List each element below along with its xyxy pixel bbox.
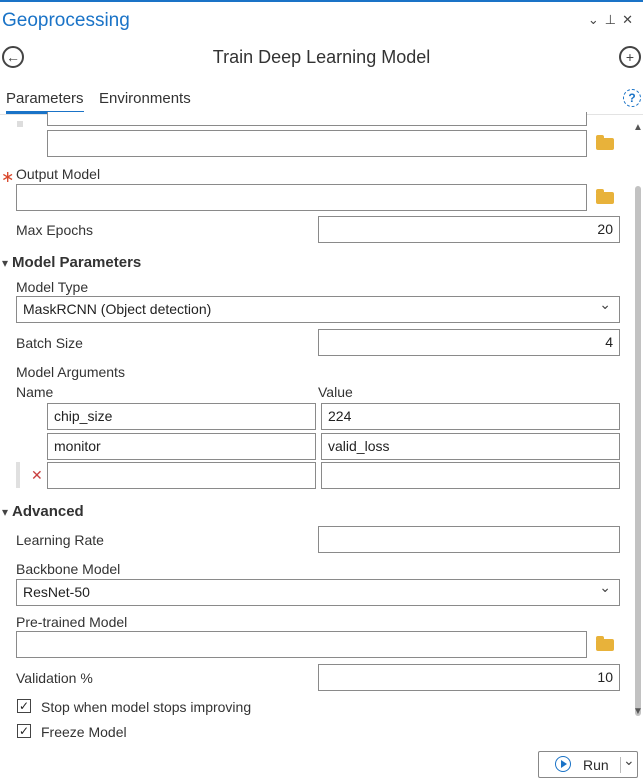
run-button-divider bbox=[620, 757, 621, 773]
column-header-value: Value bbox=[318, 384, 353, 400]
argument-value-input[interactable] bbox=[321, 462, 620, 489]
tab-parameters[interactable]: Parameters bbox=[6, 90, 84, 114]
max-epochs-input[interactable]: 20 bbox=[318, 216, 620, 243]
play-icon bbox=[555, 756, 571, 772]
pin-icon[interactable]: ⊥ bbox=[605, 12, 622, 27]
section-label: Model Parameters bbox=[12, 254, 142, 271]
required-icon: ∗ bbox=[1, 169, 15, 186]
tool-title: Train Deep Learning Model bbox=[212, 47, 431, 67]
delete-row-icon[interactable]: ✕ bbox=[31, 467, 43, 484]
stop-improving-label: Stop when model stops improving bbox=[41, 699, 252, 715]
validation-label: Validation % bbox=[16, 670, 93, 686]
section-label: Advanced bbox=[12, 503, 84, 520]
pretrained-model-input[interactable] bbox=[16, 631, 587, 658]
freeze-model-label: Freeze Model bbox=[41, 724, 127, 740]
close-icon[interactable]: ✕ bbox=[622, 12, 639, 27]
run-button[interactable]: Run ⌄ bbox=[538, 751, 638, 778]
argument-name-input[interactable]: monitor bbox=[47, 433, 316, 460]
row-handle bbox=[17, 121, 23, 127]
pane-header-icons: ⌄⊥✕ bbox=[588, 12, 639, 28]
folder-icon[interactable] bbox=[596, 189, 614, 204]
chevron-down-icon: ▾ bbox=[2, 256, 9, 270]
model-type-select[interactable]: MaskRCNN (Object detection) bbox=[16, 296, 620, 323]
argument-name-input[interactable]: chip_size bbox=[47, 403, 316, 430]
chevron-down-icon[interactable]: ⌄ bbox=[623, 752, 635, 769]
model-parameters-section[interactable]: ▾ Model Parameters bbox=[2, 254, 141, 271]
validation-input[interactable]: 10 bbox=[318, 664, 620, 691]
scroll-thumb[interactable] bbox=[635, 186, 641, 716]
tab-environments[interactable]: Environments bbox=[99, 90, 191, 111]
learning-rate-input[interactable] bbox=[318, 526, 620, 553]
pane-title: Geoprocessing bbox=[2, 10, 130, 31]
backbone-model-select[interactable]: ResNet-50 bbox=[16, 579, 620, 606]
freeze-model-checkbox[interactable]: ✓ bbox=[17, 724, 31, 738]
max-epochs-label: Max Epochs bbox=[16, 222, 94, 238]
input-field[interactable] bbox=[47, 130, 587, 157]
add-icon[interactable]: + bbox=[619, 46, 641, 68]
partial-field[interactable] bbox=[47, 112, 587, 126]
model-arguments-label: Model Arguments bbox=[16, 364, 125, 380]
backbone-model-label: Backbone Model bbox=[16, 561, 121, 577]
stop-improving-checkbox[interactable]: ✓ bbox=[17, 699, 31, 713]
help-icon[interactable]: ? bbox=[623, 89, 641, 107]
chevron-down-icon[interactable]: ⌄ bbox=[588, 12, 605, 27]
advanced-section[interactable]: ▾ Advanced bbox=[2, 503, 84, 520]
batch-size-input[interactable]: 4 bbox=[318, 329, 620, 356]
argument-value-input[interactable]: 224 bbox=[321, 403, 620, 430]
run-button-label: Run bbox=[583, 757, 609, 773]
pretrained-model-label: Pre-trained Model bbox=[16, 614, 128, 630]
row-handle[interactable] bbox=[16, 462, 20, 488]
output-model-input[interactable] bbox=[16, 184, 587, 211]
scroll-up-icon[interactable]: ▲ bbox=[633, 122, 643, 133]
scroll-down-icon[interactable]: ▼ bbox=[633, 706, 643, 717]
argument-name-input[interactable] bbox=[47, 462, 316, 489]
batch-size-label: Batch Size bbox=[16, 335, 83, 351]
vertical-scrollbar[interactable]: ▲ ▼ bbox=[632, 122, 643, 718]
column-header-name: Name bbox=[16, 384, 54, 400]
output-model-label: Output Model bbox=[16, 166, 101, 182]
learning-rate-label: Learning Rate bbox=[16, 532, 104, 548]
folder-icon[interactable] bbox=[596, 636, 614, 651]
folder-icon[interactable] bbox=[596, 135, 614, 150]
pane-top-accent bbox=[0, 0, 643, 2]
argument-value-input[interactable]: valid_loss bbox=[321, 433, 620, 460]
chevron-down-icon: ▾ bbox=[2, 505, 9, 519]
model-type-label: Model Type bbox=[16, 279, 89, 295]
